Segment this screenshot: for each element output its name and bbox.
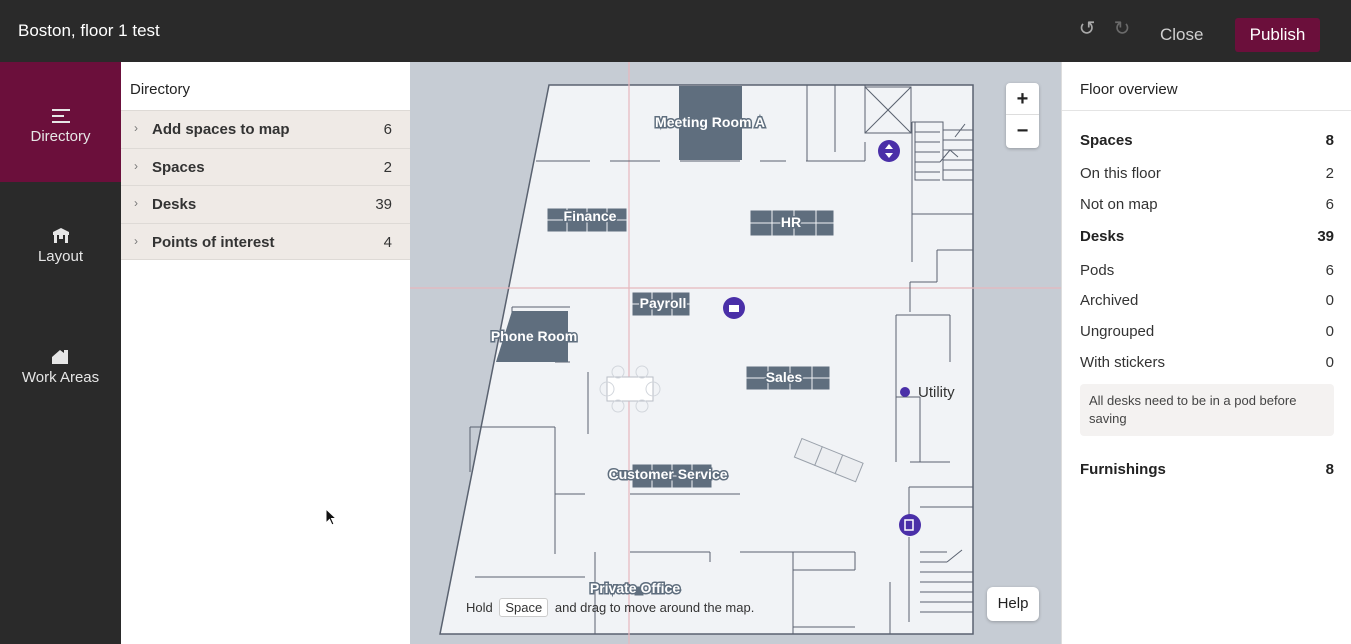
directory-row-points-of-interest[interactable]: › Points of interest 4 (121, 222, 410, 260)
overview-pods-label: Pods (1080, 262, 1115, 279)
directory-row-label: Add spaces to map (152, 121, 290, 138)
overview-archived-value: 0 (1325, 292, 1334, 309)
map-hint: Hold Space and drag to move around the m… (466, 598, 754, 617)
overview-desks-value: 39 (1317, 228, 1334, 245)
overview-on-floor-label: On this floor (1080, 165, 1161, 182)
directory-row-spaces[interactable]: › Spaces 2 (121, 147, 410, 185)
overview-spaces: Spaces 8 (1080, 132, 1334, 149)
directory-row-label: Desks (152, 196, 197, 213)
floor-title: Boston, floor 1 test (18, 21, 160, 40)
kitchen-marker-icon[interactable] (723, 297, 745, 319)
directory-row-count: 39 (375, 196, 392, 213)
undo-icon[interactable]: ↺ (1076, 18, 1098, 40)
overview-furnishings: Furnishings 8 (1080, 461, 1334, 478)
overview-not-on-map: Not on map 6 (1080, 196, 1334, 213)
directory-row-desks[interactable]: › Desks 39 (121, 185, 410, 223)
label-customer-service: Customer Service (608, 466, 727, 482)
chevron-right-icon: › (134, 196, 138, 210)
space-key-badge: Space (499, 598, 549, 617)
top-bar: Boston, floor 1 test ↺ ↻ Close Publish (0, 0, 1351, 62)
overview-pods-value: 6 (1325, 262, 1334, 279)
overview-with-stickers-label: With stickers (1080, 354, 1166, 371)
overview-ungrouped-value: 0 (1325, 323, 1334, 340)
house-icon (52, 350, 68, 364)
label-meeting-room-a: Meeting Room A (655, 114, 765, 130)
exit-marker-icon[interactable] (899, 514, 921, 536)
overview-with-stickers-value: 0 (1325, 354, 1334, 371)
overview-not-on-map-label: Not on map (1080, 196, 1158, 213)
rail-label-layout: Layout (37, 248, 84, 265)
mouse-cursor-icon (325, 508, 338, 526)
label-hr: HR (781, 214, 801, 230)
zoom-controls: + − (1006, 83, 1039, 148)
rail-item-work-areas[interactable]: Work Areas (0, 303, 121, 423)
directory-row-count: 4 (383, 233, 392, 251)
label-finance: Finance (564, 208, 617, 224)
directory-row-count: 2 (383, 158, 392, 176)
overview-desks: Desks 39 (1080, 228, 1334, 245)
chevron-right-icon: › (134, 233, 138, 248)
publish-button[interactable]: Publish (1235, 18, 1320, 52)
directory-row-add-spaces[interactable]: › Add spaces to map 6 (121, 110, 410, 148)
overview-furnishings-value: 8 (1325, 461, 1334, 478)
rail-item-layout[interactable]: Layout (0, 182, 121, 302)
chair-icon (53, 228, 69, 243)
overview-pods: Pods 6 (1080, 262, 1334, 279)
floor-overview-panel: Floor overview Spaces 8 On this floor 2 … (1061, 62, 1351, 644)
overview-furnishings-label: Furnishings (1080, 461, 1166, 478)
label-private-office: Private Office (590, 580, 680, 596)
overview-desks-label: Desks (1080, 228, 1125, 245)
overview-archived: Archived 0 (1080, 292, 1334, 309)
left-rail: Directory Layout Work Areas (0, 62, 121, 644)
redo-icon[interactable]: ↻ (1111, 18, 1133, 40)
map-hint-before: Hold (466, 600, 493, 615)
utility-marker-icon[interactable] (900, 387, 910, 397)
label-utility: Utility (918, 384, 955, 401)
overview-archived-label: Archived (1080, 292, 1139, 309)
overview-ungrouped: Ungrouped 0 (1080, 323, 1334, 340)
directory-row-count: 6 (383, 121, 392, 138)
overview-spaces-label: Spaces (1080, 132, 1133, 149)
zoom-in-button[interactable]: + (1006, 83, 1039, 115)
label-payroll: Payroll (640, 295, 687, 311)
overview-title: Floor overview (1080, 81, 1178, 98)
directory-row-label: Spaces (152, 158, 205, 176)
overview-note: All desks need to be in a pod before sav… (1080, 384, 1334, 436)
overview-on-floor-value: 2 (1325, 165, 1334, 182)
floor-plan: Meeting Room A Finance HR Payroll Phone … (410, 62, 1061, 644)
label-phone-room: Phone Room (491, 328, 577, 344)
map-hint-after: and drag to move around the map. (554, 600, 755, 615)
rail-item-directory[interactable]: Directory (0, 62, 121, 182)
overview-ungrouped-label: Ungrouped (1080, 323, 1155, 340)
overview-divider (1062, 110, 1351, 111)
rail-label-work-areas: Work Areas (21, 369, 100, 386)
overview-spaces-value: 8 (1325, 132, 1334, 149)
chevron-right-icon: › (134, 121, 138, 135)
help-button[interactable]: Help (987, 587, 1039, 621)
directory-title: Directory (130, 81, 191, 98)
directory-panel: Directory › Add spaces to map 6 › Spaces… (121, 62, 410, 644)
zoom-out-button[interactable]: − (1006, 115, 1039, 147)
label-sales: Sales (766, 369, 803, 385)
directory-list: › Add spaces to map 6 › Spaces 2 › Desks… (121, 110, 410, 260)
rail-label-directory: Directory (30, 128, 91, 145)
close-button[interactable]: Close (1160, 25, 1203, 45)
overview-with-stickers: With stickers 0 (1080, 354, 1334, 371)
overview-on-floor: On this floor 2 (1080, 165, 1334, 182)
floor-map[interactable]: Meeting Room A Finance HR Payroll Phone … (410, 62, 1061, 644)
directory-row-label: Points of interest (152, 233, 275, 251)
elevator-marker-icon[interactable] (878, 140, 900, 162)
overview-not-on-map-value: 6 (1325, 196, 1334, 213)
chevron-right-icon: › (134, 158, 138, 173)
list-icon (52, 109, 70, 123)
